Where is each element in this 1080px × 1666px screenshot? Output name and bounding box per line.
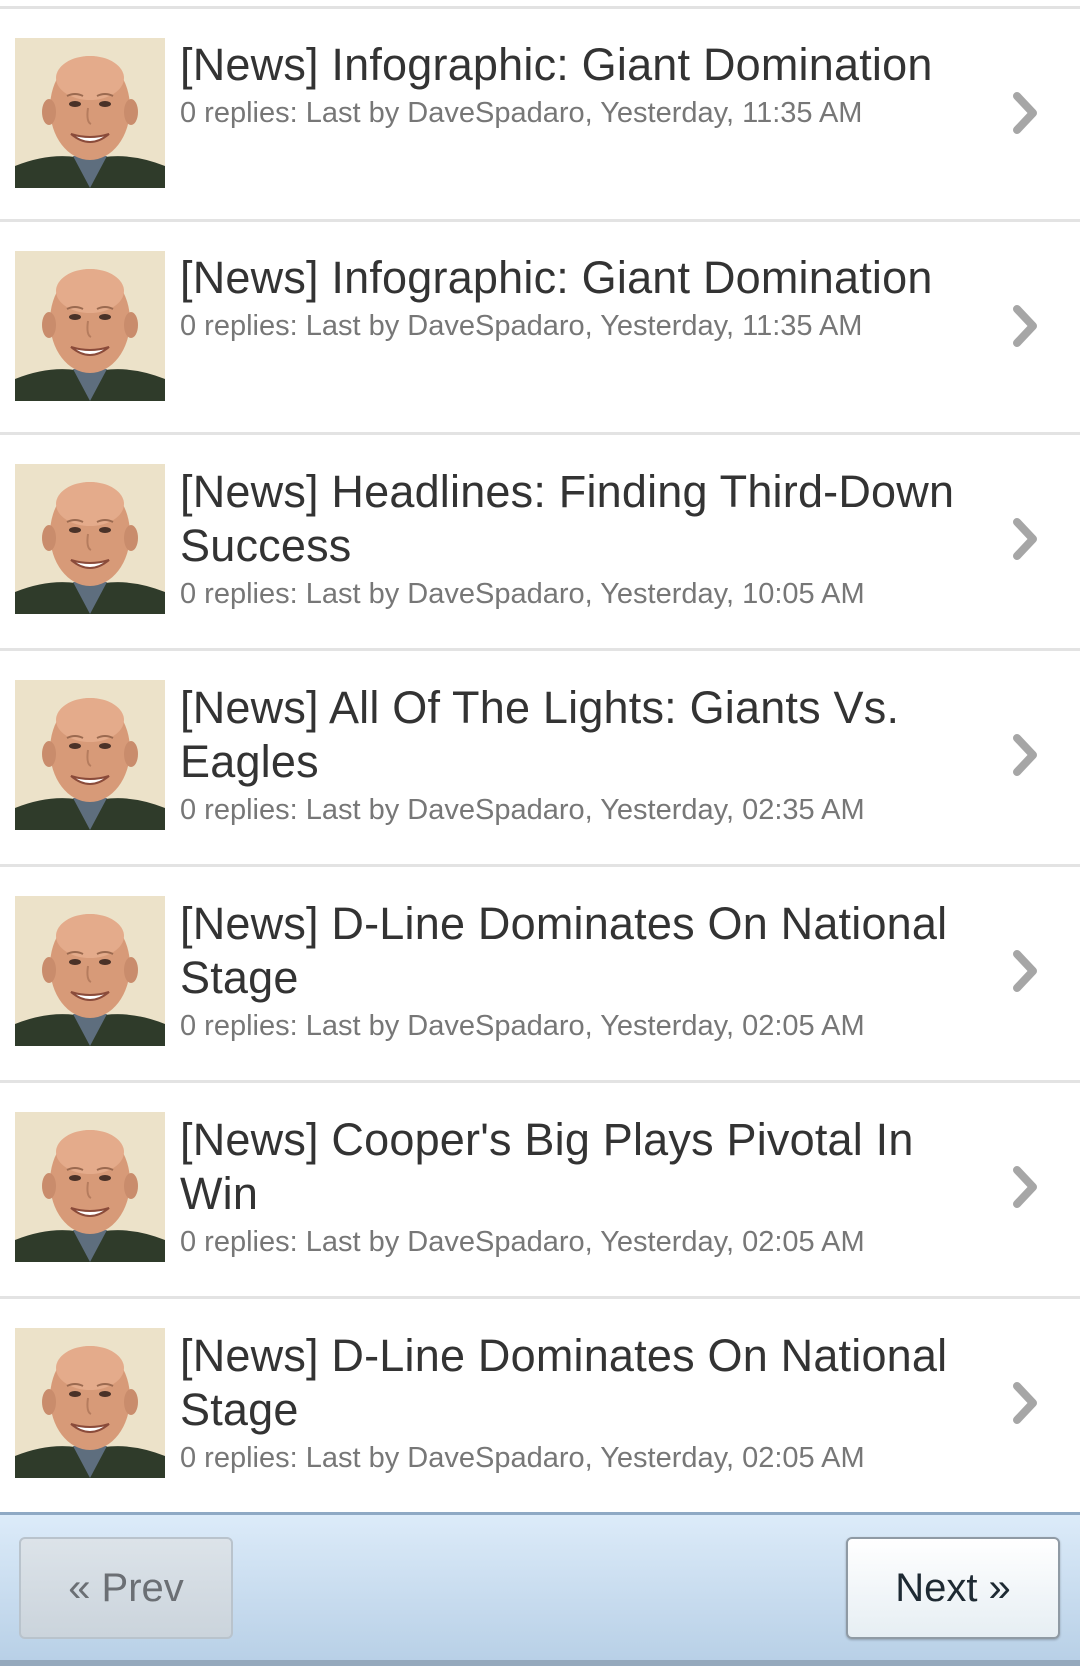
thread-title[interactable]: [News] Infographic: Giant Domination: [180, 38, 980, 92]
thread-row[interactable]: [News] Infographic: Giant Domination 0 r…: [0, 222, 1080, 435]
thread-meta: 0 replies: Last by DaveSpadaro, Yesterda…: [180, 97, 863, 129]
thread-meta: 0 replies: Last by DaveSpadaro, Yesterda…: [180, 1442, 865, 1474]
chevron-right-icon: [1010, 1165, 1040, 1209]
thread-row[interactable]: [News] D-Line Dominates On National Stag…: [0, 1299, 1080, 1516]
thread-row[interactable]: [News] D-Line Dominates On National Stag…: [0, 867, 1080, 1083]
thread-title[interactable]: [News] Infographic: Giant Domination: [180, 251, 980, 305]
thread-meta: 0 replies: Last by DaveSpadaro, Yesterda…: [180, 310, 863, 342]
thread-title[interactable]: [News] Headlines: Finding Third-Down Suc…: [180, 465, 980, 573]
chevron-right-icon: [1010, 1381, 1040, 1425]
author-avatar: [15, 464, 165, 614]
thread-text: [News] D-Line Dominates On National Stag…: [180, 897, 980, 1043]
chevron-right-icon: [1010, 517, 1040, 561]
author-avatar: [15, 38, 165, 188]
thread-row[interactable]: [News] Cooper's Big Plays Pivotal In Win…: [0, 1083, 1080, 1299]
thread-row[interactable]: [News] Infographic: Giant Domination 0 r…: [0, 9, 1080, 222]
author-avatar: [15, 1112, 165, 1262]
thread-list: [News] Infographic: Giant Domination 0 r…: [0, 9, 1080, 1516]
thread-meta: 0 replies: Last by DaveSpadaro, Yesterda…: [180, 794, 865, 826]
thread-title[interactable]: [News] D-Line Dominates On National Stag…: [180, 1329, 980, 1437]
prev-page-button[interactable]: « Prev: [19, 1537, 233, 1639]
thread-text: [News] Headlines: Finding Third-Down Suc…: [180, 465, 980, 611]
thread-text: [News] Infographic: Giant Domination 0 r…: [180, 251, 980, 343]
pagination-bar: « Prev Next »: [0, 1512, 1080, 1666]
chevron-right-icon: [1010, 91, 1040, 135]
thread-text: [News] Infographic: Giant Domination 0 r…: [180, 38, 980, 130]
thread-text: [News] D-Line Dominates On National Stag…: [180, 1329, 980, 1475]
thread-row[interactable]: [News] Headlines: Finding Third-Down Suc…: [0, 435, 1080, 651]
thread-meta: 0 replies: Last by DaveSpadaro, Yesterda…: [180, 1226, 865, 1258]
thread-title[interactable]: [News] All Of The Lights: Giants Vs. Eag…: [180, 681, 980, 789]
thread-meta: 0 replies: Last by DaveSpadaro, Yesterda…: [180, 578, 865, 610]
next-page-button[interactable]: Next »: [846, 1537, 1060, 1639]
author-avatar: [15, 251, 165, 401]
chevron-right-icon: [1010, 304, 1040, 348]
chevron-right-icon: [1010, 733, 1040, 777]
chevron-right-icon: [1010, 949, 1040, 993]
pagination-bottom-edge: [0, 1660, 1080, 1666]
thread-title[interactable]: [News] D-Line Dominates On National Stag…: [180, 897, 980, 1005]
thread-row[interactable]: [News] All Of The Lights: Giants Vs. Eag…: [0, 651, 1080, 867]
author-avatar: [15, 1328, 165, 1478]
author-avatar: [15, 680, 165, 830]
author-avatar: [15, 896, 165, 1046]
top-divider: [0, 0, 1080, 9]
thread-meta: 0 replies: Last by DaveSpadaro, Yesterda…: [180, 1010, 865, 1042]
thread-text: [News] Cooper's Big Plays Pivotal In Win…: [180, 1113, 980, 1259]
thread-title[interactable]: [News] Cooper's Big Plays Pivotal In Win: [180, 1113, 980, 1221]
thread-list-page: [News] Infographic: Giant Domination 0 r…: [0, 0, 1080, 1666]
thread-text: [News] All Of The Lights: Giants Vs. Eag…: [180, 681, 980, 827]
